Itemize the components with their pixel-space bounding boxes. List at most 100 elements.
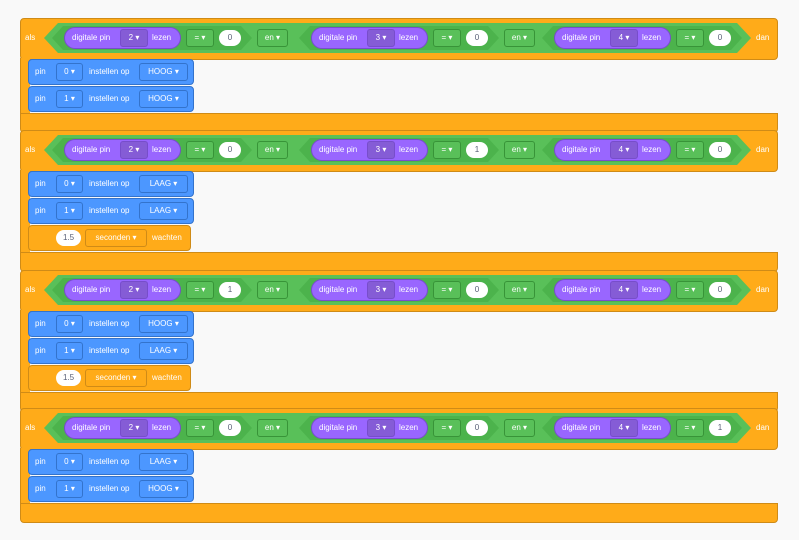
value-input[interactable]: 0 — [466, 420, 488, 436]
if-label: als — [25, 285, 36, 294]
seconds-input[interactable]: 1.5 — [56, 230, 81, 246]
pin-dropdown[interactable]: 1 ▾ — [56, 90, 83, 108]
pin-dropdown[interactable]: 4 ▾ — [610, 141, 638, 159]
and-dropdown[interactable]: en ▾ — [257, 141, 288, 159]
set-label: instellen op — [89, 206, 130, 215]
pin-dropdown[interactable]: 0 ▾ — [56, 315, 83, 333]
pin-label: pin — [35, 179, 46, 188]
read-suffix-label: lezen — [642, 145, 662, 154]
pin-dropdown[interactable]: 0 ▾ — [56, 175, 83, 193]
set-label: instellen op — [89, 94, 130, 103]
and-dropdown[interactable]: en ▾ — [504, 141, 535, 159]
pin-dropdown[interactable]: 2 ▾ — [120, 141, 148, 159]
pin-dropdown[interactable]: 3 ▾ — [367, 281, 395, 299]
pin-dropdown[interactable]: 4 ▾ — [610, 419, 638, 437]
if-label: als — [25, 33, 36, 42]
state-dropdown[interactable]: LAAG ▾ — [139, 202, 188, 220]
wait-label: wachten — [152, 233, 182, 242]
value-input[interactable]: 1 — [709, 420, 731, 436]
read-suffix-label: lezen — [642, 33, 662, 42]
state-dropdown[interactable]: LAAG ▾ — [139, 453, 188, 471]
and-dropdown[interactable]: en ▾ — [257, 419, 288, 437]
then-label: dan — [756, 145, 770, 154]
read-suffix-label: lezen — [152, 145, 172, 154]
operator-dropdown[interactable]: = ▾ — [433, 419, 461, 437]
pin-dropdown[interactable]: 1 ▾ — [56, 480, 83, 498]
pin-dropdown[interactable]: 1 ▾ — [56, 202, 83, 220]
operator-dropdown[interactable]: = ▾ — [186, 281, 214, 299]
operator-dropdown[interactable]: = ▾ — [186, 29, 214, 47]
value-input[interactable]: 1 — [219, 282, 241, 298]
pin-label: pin — [35, 319, 46, 328]
pin-dropdown[interactable]: 1 ▾ — [56, 342, 83, 360]
value-input[interactable]: 0 — [709, 282, 731, 298]
read-suffix-label: lezen — [399, 33, 419, 42]
pin-label: pin — [35, 67, 46, 76]
pin-dropdown[interactable]: 2 ▾ — [120, 419, 148, 437]
state-dropdown[interactable]: LAAG ▾ — [139, 342, 188, 360]
set-label: instellen op — [89, 67, 130, 76]
operator-dropdown[interactable]: = ▾ — [186, 141, 214, 159]
operator-dropdown[interactable]: = ▾ — [676, 141, 704, 159]
value-input[interactable]: 0 — [219, 142, 241, 158]
value-input[interactable]: 0 — [219, 30, 241, 46]
read-prefix-label: digitale pin — [319, 423, 358, 432]
value-input[interactable]: 0 — [709, 30, 731, 46]
state-dropdown[interactable]: HOOG ▾ — [139, 90, 188, 108]
unit-dropdown[interactable]: seconden ▾ — [85, 369, 147, 387]
pin-label: pin — [35, 346, 46, 355]
operator-dropdown[interactable]: = ▾ — [676, 419, 704, 437]
operator-dropdown[interactable]: = ▾ — [676, 29, 704, 47]
and-dropdown[interactable]: en ▾ — [504, 419, 535, 437]
read-prefix-label: digitale pin — [72, 33, 111, 42]
read-prefix-label: digitale pin — [72, 285, 111, 294]
read-suffix-label: lezen — [399, 145, 419, 154]
value-input[interactable]: 0 — [466, 30, 488, 46]
operator-dropdown[interactable]: = ▾ — [676, 281, 704, 299]
operator-dropdown[interactable]: = ▾ — [433, 141, 461, 159]
set-label: instellen op — [89, 484, 130, 493]
unit-dropdown[interactable]: seconden ▾ — [85, 229, 147, 247]
if-label: als — [25, 145, 36, 154]
read-prefix-label: digitale pin — [319, 285, 358, 294]
value-input[interactable]: 0 — [709, 142, 731, 158]
read-prefix-label: digitale pin — [319, 145, 358, 154]
operator-dropdown[interactable]: = ▾ — [433, 29, 461, 47]
and-dropdown[interactable]: en ▾ — [257, 29, 288, 47]
pin-label: pin — [35, 94, 46, 103]
state-dropdown[interactable]: HOOG ▾ — [139, 63, 188, 81]
pin-label: pin — [35, 457, 46, 466]
value-input[interactable]: 1 — [466, 142, 488, 158]
pin-dropdown[interactable]: 2 ▾ — [120, 29, 148, 47]
value-input[interactable]: 0 — [219, 420, 241, 436]
pin-dropdown[interactable]: 3 ▾ — [367, 29, 395, 47]
and-dropdown[interactable]: en ▾ — [257, 281, 288, 299]
if-block-footer — [20, 252, 778, 272]
operator-dropdown[interactable]: = ▾ — [433, 281, 461, 299]
and-dropdown[interactable]: en ▾ — [504, 29, 535, 47]
pin-dropdown[interactable]: 3 ▾ — [367, 419, 395, 437]
pin-dropdown[interactable]: 4 ▾ — [610, 281, 638, 299]
value-input[interactable]: 0 — [466, 282, 488, 298]
pin-label: pin — [35, 206, 46, 215]
seconds-input[interactable]: 1.5 — [56, 370, 81, 386]
state-dropdown[interactable]: HOOG ▾ — [139, 480, 188, 498]
set-label: instellen op — [89, 457, 130, 466]
pin-dropdown[interactable]: 3 ▾ — [367, 141, 395, 159]
pin-dropdown[interactable]: 0 ▾ — [56, 453, 83, 471]
read-suffix-label: lezen — [642, 423, 662, 432]
read-prefix-label: digitale pin — [562, 33, 601, 42]
wait-label: wachten — [152, 373, 182, 382]
then-label: dan — [756, 423, 770, 432]
pin-dropdown[interactable]: 2 ▾ — [120, 281, 148, 299]
state-dropdown[interactable]: LAAG ▾ — [139, 175, 188, 193]
read-suffix-label: lezen — [399, 423, 419, 432]
read-prefix-label: digitale pin — [562, 423, 601, 432]
pin-dropdown[interactable]: 4 ▾ — [610, 29, 638, 47]
and-dropdown[interactable]: en ▾ — [504, 281, 535, 299]
read-suffix-label: lezen — [152, 285, 172, 294]
read-prefix-label: digitale pin — [319, 33, 358, 42]
pin-dropdown[interactable]: 0 ▾ — [56, 63, 83, 81]
operator-dropdown[interactable]: = ▾ — [186, 419, 214, 437]
state-dropdown[interactable]: HOOG ▾ — [139, 315, 188, 333]
